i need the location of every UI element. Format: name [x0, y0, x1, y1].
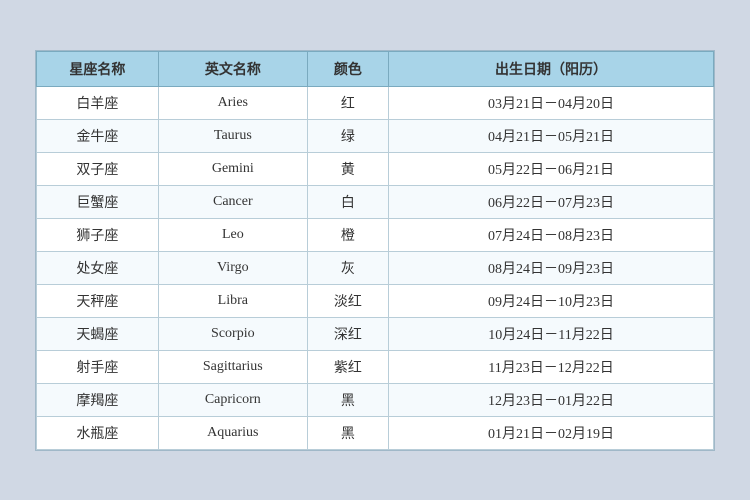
cell-date: 11月23日－12月22日	[389, 350, 714, 383]
table-row: 巨蟹座Cancer白06月22日－07月23日	[37, 185, 714, 218]
table-row: 金牛座Taurus绿04月21日－05月21日	[37, 119, 714, 152]
cell-cn: 水瓶座	[37, 416, 159, 449]
cell-en: Sagittarius	[158, 350, 307, 383]
cell-color: 绿	[307, 119, 388, 152]
cell-cn: 金牛座	[37, 119, 159, 152]
cell-date: 12月23日－01月22日	[389, 383, 714, 416]
cell-date: 08月24日－09月23日	[389, 251, 714, 284]
cell-cn: 摩羯座	[37, 383, 159, 416]
zodiac-table-container: 星座名称 英文名称 颜色 出生日期（阳历） 白羊座Aries红03月21日－04…	[35, 50, 715, 451]
cell-cn: 天蝎座	[37, 317, 159, 350]
cell-en: Taurus	[158, 119, 307, 152]
cell-date: 06月22日－07月23日	[389, 185, 714, 218]
cell-date: 07月24日－08月23日	[389, 218, 714, 251]
zodiac-table: 星座名称 英文名称 颜色 出生日期（阳历） 白羊座Aries红03月21日－04…	[36, 51, 714, 450]
cell-color: 灰	[307, 251, 388, 284]
table-row: 白羊座Aries红03月21日－04月20日	[37, 86, 714, 119]
header-date: 出生日期（阳历）	[389, 51, 714, 86]
cell-date: 01月21日－02月19日	[389, 416, 714, 449]
table-row: 摩羯座Capricorn黑12月23日－01月22日	[37, 383, 714, 416]
cell-en: Cancer	[158, 185, 307, 218]
cell-date: 05月22日－06月21日	[389, 152, 714, 185]
header-cn: 星座名称	[37, 51, 159, 86]
cell-cn: 狮子座	[37, 218, 159, 251]
header-color: 颜色	[307, 51, 388, 86]
table-row: 天蝎座Scorpio深红10月24日－11月22日	[37, 317, 714, 350]
cell-date: 09月24日－10月23日	[389, 284, 714, 317]
header-en: 英文名称	[158, 51, 307, 86]
table-row: 狮子座Leo橙07月24日－08月23日	[37, 218, 714, 251]
cell-cn: 处女座	[37, 251, 159, 284]
cell-date: 10月24日－11月22日	[389, 317, 714, 350]
cell-cn: 天秤座	[37, 284, 159, 317]
table-row: 射手座Sagittarius紫红11月23日－12月22日	[37, 350, 714, 383]
cell-cn: 巨蟹座	[37, 185, 159, 218]
table-row: 水瓶座Aquarius黑01月21日－02月19日	[37, 416, 714, 449]
cell-color: 深红	[307, 317, 388, 350]
cell-en: Leo	[158, 218, 307, 251]
cell-cn: 白羊座	[37, 86, 159, 119]
cell-color: 黑	[307, 416, 388, 449]
cell-cn: 射手座	[37, 350, 159, 383]
cell-color: 淡红	[307, 284, 388, 317]
cell-en: Scorpio	[158, 317, 307, 350]
cell-en: Aquarius	[158, 416, 307, 449]
table-header-row: 星座名称 英文名称 颜色 出生日期（阳历）	[37, 51, 714, 86]
cell-date: 03月21日－04月20日	[389, 86, 714, 119]
cell-en: Gemini	[158, 152, 307, 185]
cell-en: Virgo	[158, 251, 307, 284]
table-row: 双子座Gemini黄05月22日－06月21日	[37, 152, 714, 185]
cell-cn: 双子座	[37, 152, 159, 185]
cell-color: 白	[307, 185, 388, 218]
cell-date: 04月21日－05月21日	[389, 119, 714, 152]
cell-en: Capricorn	[158, 383, 307, 416]
cell-color: 黄	[307, 152, 388, 185]
cell-en: Aries	[158, 86, 307, 119]
cell-color: 红	[307, 86, 388, 119]
cell-color: 黑	[307, 383, 388, 416]
cell-color: 橙	[307, 218, 388, 251]
cell-en: Libra	[158, 284, 307, 317]
table-row: 处女座Virgo灰08月24日－09月23日	[37, 251, 714, 284]
cell-color: 紫红	[307, 350, 388, 383]
table-row: 天秤座Libra淡红09月24日－10月23日	[37, 284, 714, 317]
